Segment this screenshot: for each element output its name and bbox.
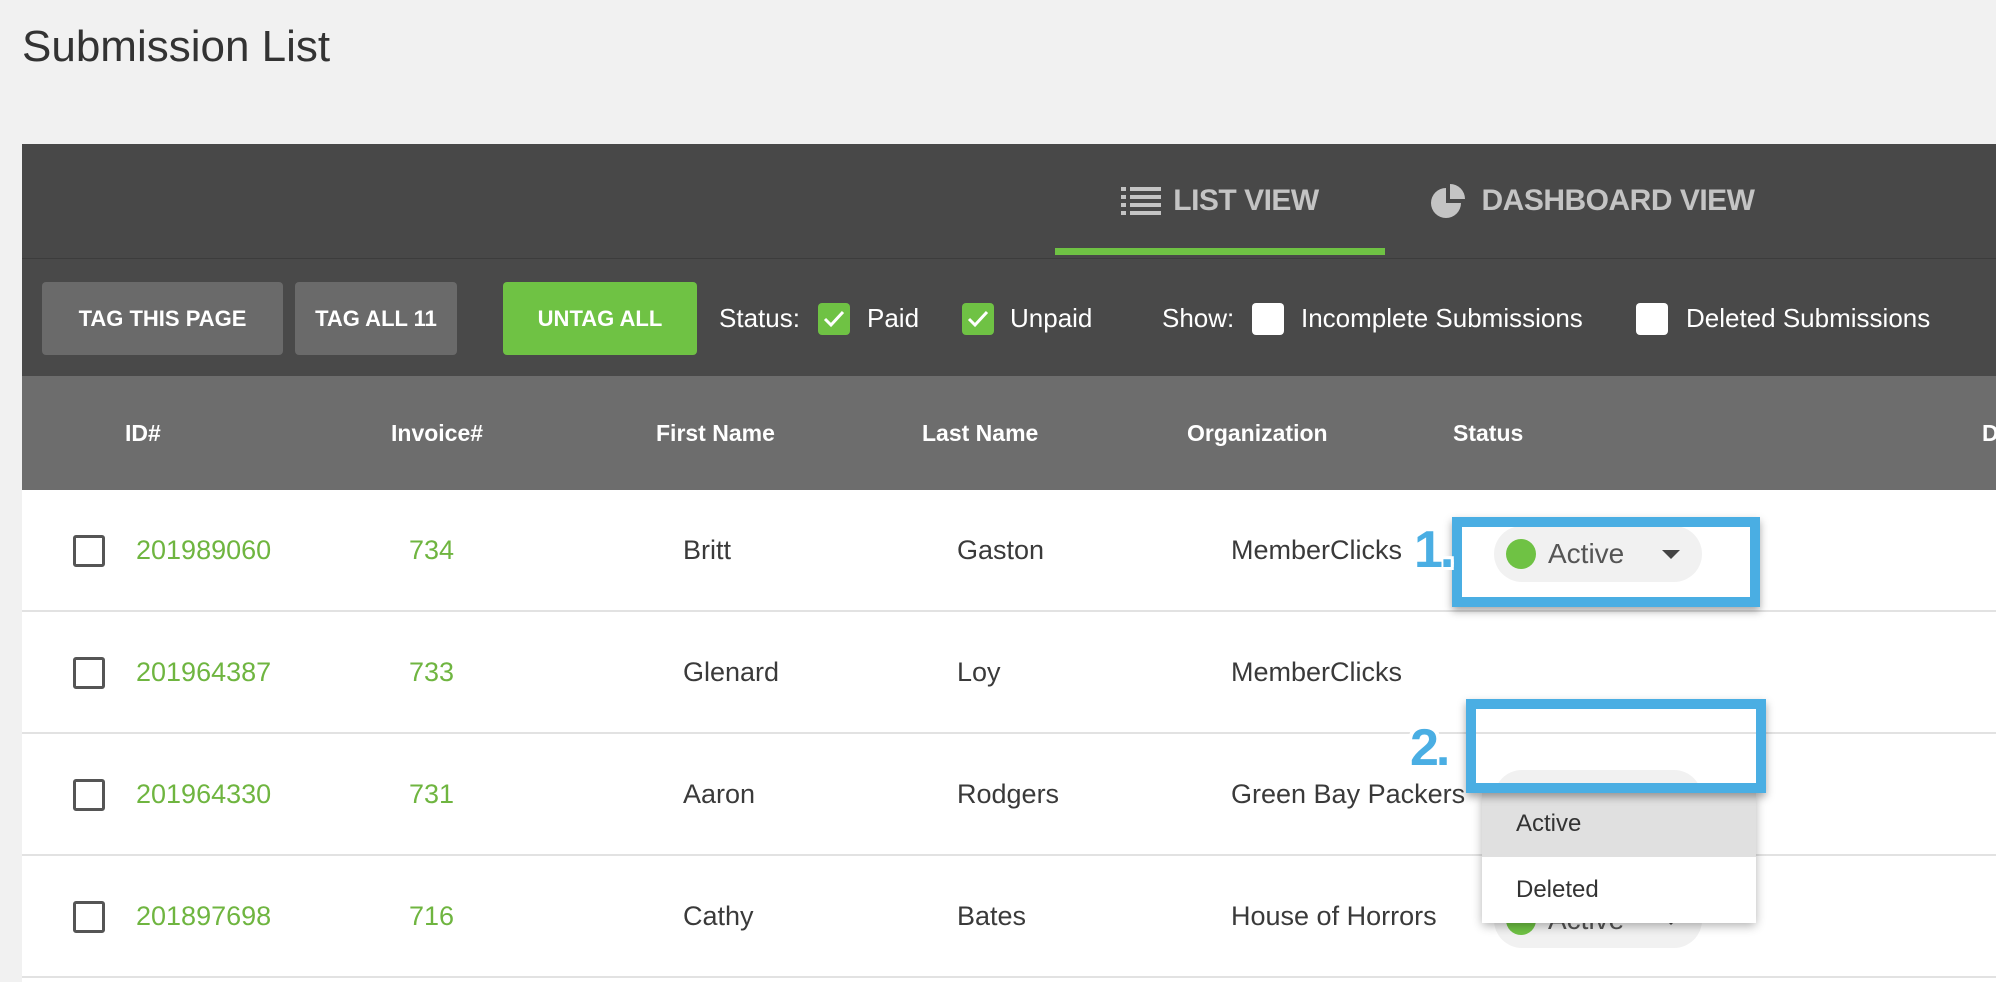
dropdown-option-deleted[interactable]: Deleted <box>1482 857 1756 923</box>
column-header-last-name[interactable]: Last Name <box>922 376 1038 490</box>
invoice-link[interactable]: 731 <box>409 734 454 854</box>
submission-id-link[interactable]: 201989060 <box>136 490 271 610</box>
incomplete-submissions-checkbox[interactable] <box>1252 303 1284 335</box>
organization-cell: MemberClicks <box>1231 534 1403 565</box>
deleted-submissions-label: Deleted Submissions <box>1686 302 1931 333</box>
view-tabs-bar: LIST VIEW DASHBOARD VIEW <box>22 144 1996 258</box>
submission-id-link[interactable]: 201964387 <box>136 612 271 732</box>
status-dropdown-menu: Active Deleted <box>1482 791 1756 923</box>
table-header: ID# Invoice# First Name Last Name Organi… <box>22 376 1996 490</box>
first-name-cell: Glenard <box>683 656 780 687</box>
column-header-organization[interactable]: Organization <box>1187 376 1328 490</box>
tag-all-button[interactable]: TAG ALL 11 <box>295 282 457 355</box>
organization-cell: House of Horrors <box>1231 900 1437 931</box>
paid-label: Paid <box>867 302 920 333</box>
row-select-checkbox[interactable] <box>73 779 105 811</box>
column-header-status[interactable]: Status <box>1453 376 1523 490</box>
annotation-step-1-number: 1. <box>1414 521 1454 579</box>
caret-down-icon <box>1662 550 1680 559</box>
check-icon <box>967 310 989 328</box>
filter-toolbar: TAG THIS PAGE TAG ALL 11 UNTAG ALL Statu… <box>22 258 1996 376</box>
last-name-cell: Bates <box>957 900 1027 931</box>
row-select-checkbox[interactable] <box>73 535 105 567</box>
status-value: Active <box>1548 538 1625 569</box>
unpaid-label: Unpaid <box>1010 302 1093 333</box>
row-select-checkbox[interactable] <box>73 901 105 933</box>
column-header-id[interactable]: ID# <box>125 376 161 490</box>
page-title: Submission List <box>22 22 331 71</box>
table-row: 201964387 733 Glenard Loy MemberClicks <box>22 612 1996 734</box>
submission-panel: LIST VIEW DASHBOARD VIEW TAG THIS PAGE T… <box>22 144 1996 982</box>
tag-this-page-button[interactable]: TAG THIS PAGE <box>42 282 283 355</box>
show-filter-label: Show: <box>1162 302 1235 333</box>
last-name-cell: Loy <box>957 656 1001 687</box>
tab-dashboard-view[interactable]: DASHBOARD VIEW <box>1422 144 1762 258</box>
first-name-cell: Aaron <box>683 778 756 809</box>
column-header-truncated[interactable]: D <box>1982 376 1996 490</box>
deleted-submissions-checkbox[interactable] <box>1636 303 1668 335</box>
status-dropdown[interactable]: Active <box>1494 526 1702 582</box>
incomplete-submissions-label: Incomplete Submissions <box>1301 302 1583 333</box>
organization-cell: MemberClicks <box>1231 656 1403 687</box>
row-select-checkbox[interactable] <box>73 657 105 689</box>
invoice-link[interactable]: 716 <box>409 856 454 976</box>
status-filter-label: Status: <box>719 302 800 333</box>
last-name-cell: Rodgers <box>957 778 1060 809</box>
tab-list-view-label: LIST VIEW <box>1173 184 1319 217</box>
tab-list-view[interactable]: LIST VIEW <box>1055 144 1385 258</box>
column-header-first-name[interactable]: First Name <box>656 376 775 490</box>
column-header-invoice[interactable]: Invoice# <box>391 376 483 490</box>
first-name-cell: Britt <box>683 534 732 565</box>
invoice-link[interactable]: 733 <box>409 612 454 732</box>
untag-all-button[interactable]: UNTAG ALL <box>503 282 697 355</box>
list-icon <box>1121 185 1162 217</box>
last-name-cell: Gaston <box>957 534 1045 565</box>
pie-chart-icon <box>1429 182 1469 220</box>
status-indicator-dot <box>1506 539 1536 569</box>
submission-id-link[interactable]: 201964330 <box>136 734 271 854</box>
table-row: 201989060 734 Britt Gaston MemberClicks … <box>22 490 1996 612</box>
annotation-step-2-number: 2. <box>1410 719 1450 777</box>
tab-dashboard-view-label: DASHBOARD VIEW <box>1481 184 1755 217</box>
dropdown-option-active[interactable]: Active <box>1482 791 1756 857</box>
first-name-cell: Cathy <box>683 900 754 931</box>
active-tab-indicator <box>1055 248 1385 255</box>
check-icon <box>823 310 845 328</box>
submission-id-link[interactable]: 201897698 <box>136 856 271 976</box>
unpaid-checkbox[interactable] <box>962 303 994 335</box>
paid-checkbox[interactable] <box>818 303 850 335</box>
invoice-link[interactable]: 734 <box>409 490 454 610</box>
